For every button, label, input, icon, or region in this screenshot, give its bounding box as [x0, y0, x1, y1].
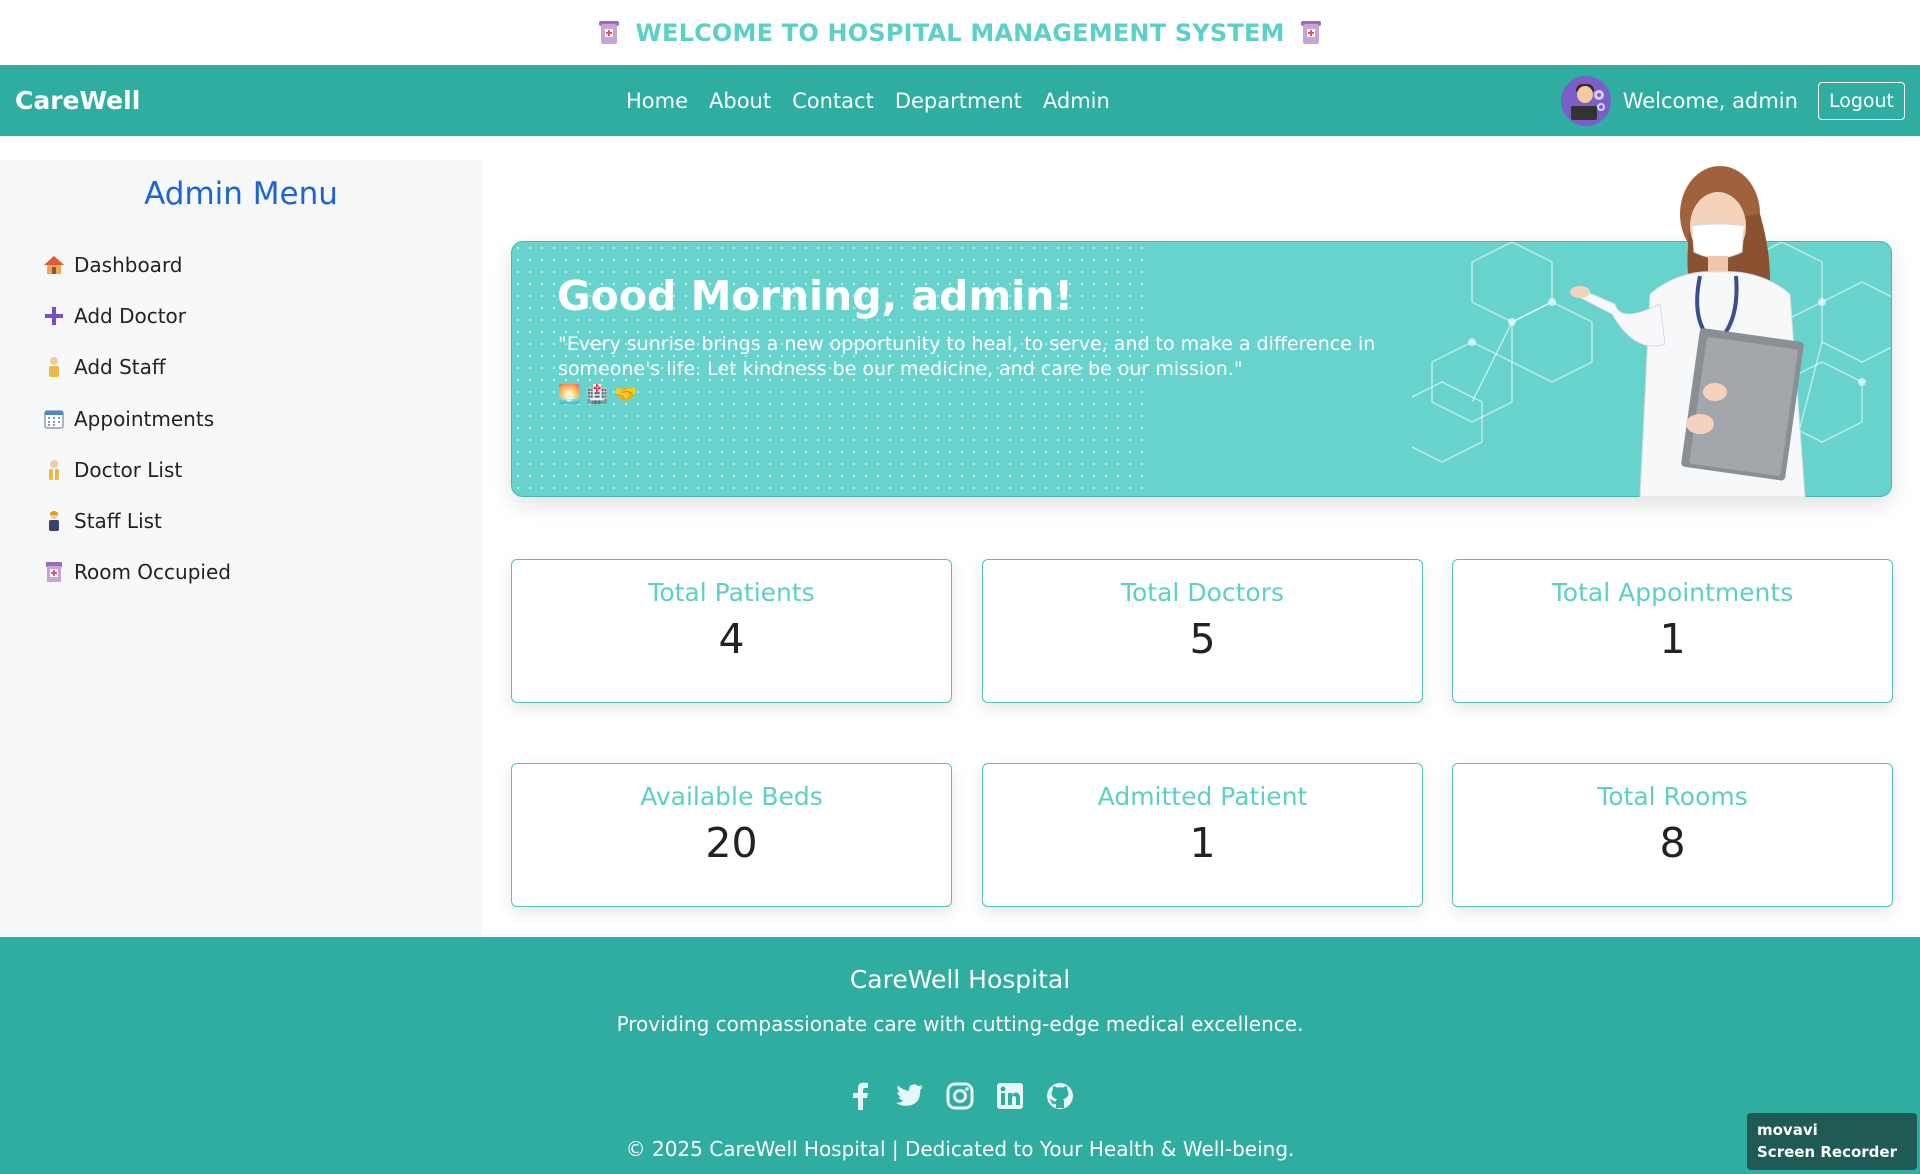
stat-label: Total Doctors	[1120, 578, 1285, 607]
emoji-row: 🌅 🏥 🤝	[558, 384, 637, 405]
sidebar-item-appointments[interactable]: Appointments	[42, 393, 231, 444]
doctor-illustration	[1570, 166, 1806, 497]
linkedin-icon[interactable]	[996, 1082, 1024, 1110]
stat-value: 1	[1659, 615, 1686, 663]
stat-value: 5	[1189, 615, 1216, 663]
sidebar-item-label: Doctor List	[74, 457, 183, 482]
sidebar-item-room-occupied[interactable]: Room Occupied	[42, 547, 231, 598]
stat-value: 4	[718, 615, 745, 663]
sidebar-item-label: Dashboard	[74, 252, 183, 277]
staff-person-icon	[42, 356, 66, 378]
footer: CareWell Hospital Providing compassionat…	[0, 937, 1920, 1174]
calendar-icon	[42, 408, 66, 430]
stat-card-admitted-patient: Admitted Patient 1	[982, 763, 1423, 907]
doctor-person-icon	[42, 459, 66, 481]
sidebar-item-label: Appointments	[74, 406, 215, 431]
stat-card-total-patients: Total Patients 4	[511, 559, 952, 703]
stat-value: 8	[1659, 819, 1686, 867]
stat-label: Total Rooms	[1597, 782, 1748, 811]
greeting-quote: "Every sunrise brings a new opportunity …	[558, 333, 1376, 380]
nav-links: Home About Contact Department Admin	[626, 89, 1110, 113]
stat-card-available-beds: Available Beds 20	[511, 763, 952, 907]
user-area: Welcome, admin Logout	[1560, 75, 1905, 126]
footer-title: CareWell Hospital	[849, 965, 1071, 994]
hospital-icon	[1300, 20, 1321, 45]
sidebar-item-add-doctor[interactable]: Add Doctor	[42, 290, 231, 341]
sidebar-item-label: Room Occupied	[74, 560, 231, 585]
sidebar-item-add-staff[interactable]: Add Staff	[42, 342, 231, 393]
stat-label: Total Patients	[648, 578, 815, 607]
facebook-icon[interactable]	[846, 1082, 874, 1110]
sunrise-icon: 🌅	[558, 384, 581, 405]
banner-title: WELCOME TO HOSPITAL MANAGEMENT SYSTEM	[635, 18, 1285, 47]
sidebar-item-doctor-list[interactable]: Doctor List	[42, 444, 231, 495]
instagram-icon[interactable]	[946, 1082, 974, 1110]
stat-label: Total Appointments	[1551, 578, 1794, 607]
footer-copyright: © 2025 CareWell Hospital | Dedicated to …	[625, 1137, 1295, 1161]
avatar	[1560, 75, 1611, 126]
stat-value: 20	[705, 819, 758, 867]
hospital-icon	[42, 561, 66, 583]
sidebar-item-label: Staff List	[74, 509, 162, 534]
twitter-icon[interactable]	[896, 1082, 924, 1110]
stat-card-total-appointments: Total Appointments 1	[1452, 559, 1893, 703]
top-banner: WELCOME TO HOSPITAL MANAGEMENT SYSTEM	[0, 0, 1920, 65]
github-icon[interactable]	[1046, 1082, 1074, 1110]
sidebar-item-label: Add Doctor	[74, 303, 187, 328]
brand-logo[interactable]: CareWell	[15, 86, 140, 115]
handshake-icon: 🤝	[614, 384, 638, 405]
house-icon	[42, 254, 66, 276]
welcome-text: Welcome, admin	[1622, 88, 1798, 113]
nav-link-department[interactable]: Department	[895, 89, 1022, 113]
navbar: CareWell Home About Contact Department A…	[0, 65, 1920, 136]
sidebar-title: Admin Menu	[144, 176, 338, 212]
sidebar-item-label: Add Staff	[74, 355, 166, 380]
admin-sidebar: Admin Menu Dashboard Add Doctor Add Staf…	[0, 160, 482, 937]
stat-card-total-rooms: Total Rooms 8	[1452, 763, 1893, 907]
sidebar-item-staff-list[interactable]: Staff List	[42, 495, 231, 546]
hospital-icon	[599, 20, 620, 45]
social-links	[0, 1082, 1920, 1110]
greeting-heading: Good Morning, admin!	[557, 272, 1074, 320]
nav-link-admin[interactable]: Admin	[1043, 89, 1110, 113]
watermark-brand: movavi	[1757, 1121, 1818, 1139]
admin-menu: Dashboard Add Doctor Add Staff Appointme…	[42, 239, 231, 598]
stat-label: Admitted Patient	[1097, 782, 1308, 811]
stat-label: Available Beds	[640, 782, 823, 811]
footer-tagline: Providing compassionate care with cuttin…	[616, 1012, 1304, 1036]
sidebar-item-dashboard[interactable]: Dashboard	[42, 239, 231, 290]
watermark-product: Screen Recorder	[1757, 1143, 1897, 1161]
stat-value: 1	[1189, 819, 1216, 867]
nav-link-about[interactable]: About	[709, 89, 771, 113]
nav-link-contact[interactable]: Contact	[792, 89, 874, 113]
hospital-icon: 🏥	[586, 384, 609, 405]
nav-link-home[interactable]: Home	[626, 89, 688, 113]
plus-icon	[42, 305, 66, 327]
recorder-watermark: movavi Screen Recorder	[1747, 1113, 1917, 1170]
staff-person-icon	[42, 510, 66, 532]
logout-button[interactable]: Logout	[1817, 81, 1905, 120]
stat-card-total-doctors: Total Doctors 5	[982, 559, 1423, 703]
